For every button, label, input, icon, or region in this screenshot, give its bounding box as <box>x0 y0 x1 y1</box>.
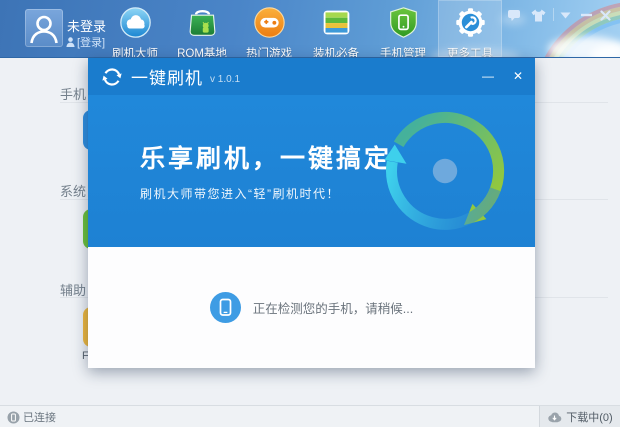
dialog-banner: 乐享刷机，一键搞定 刷机大师带您进入“轻”刷机时代！ <box>88 95 535 247</box>
gear-wrench-icon <box>454 6 487 39</box>
banner-headline: 乐享刷机，一键搞定 <box>140 139 392 175</box>
feedback-bubble-button[interactable] <box>507 7 521 23</box>
change-skin-button[interactable] <box>531 7 546 23</box>
dialog-title: 一键刷机 <box>131 64 203 89</box>
bottom-status-bar: 已连接 下载中(0) <box>0 405 620 427</box>
person-small-icon <box>66 37 75 47</box>
nav-item-flash-master[interactable]: 刷机大师 <box>103 0 167 57</box>
one-click-flash-dialog: 一键刷机 v 1.0.1 — ✕ 乐享刷机，一键搞定 刷机大师带您进入“轻”刷机… <box>88 58 535 368</box>
connection-status: 已连接 <box>7 406 56 427</box>
minimize-icon <box>581 13 592 17</box>
nav-label: 手机管理 <box>371 45 435 58</box>
detecting-status-text: 正在检测您的手机，请稍候... <box>253 298 413 317</box>
phone-connected-icon <box>7 411 20 424</box>
dialog-header: 一键刷机 v 1.0.1 — ✕ <box>88 58 535 95</box>
nav-label: 装机必备 <box>304 45 368 58</box>
gamepad-icon <box>253 6 286 39</box>
menu-chevron-button[interactable] <box>560 7 571 23</box>
chevron-down-icon <box>560 12 571 19</box>
dialog-minimize-button[interactable]: — <box>479 67 497 85</box>
dialog-status-area: 正在检测您的手机，请稍候... <box>88 247 535 368</box>
section-heading-phone: 手机 <box>60 84 86 103</box>
speech-bubble-icon <box>507 9 521 22</box>
top-navigation-bar: 未登录 [登录] 刷机大师 <box>0 0 620 58</box>
nav-label: 热门游戏 <box>237 45 301 58</box>
nav-label: ROM基地 <box>170 45 234 58</box>
minimize-window-button[interactable] <box>581 7 592 23</box>
login-link-label: [登录] <box>77 34 105 50</box>
close-icon <box>600 10 611 21</box>
shield-phone-icon <box>387 6 420 39</box>
nav-item-phone-manager[interactable]: 手机管理 <box>371 0 435 57</box>
rom-store-bag-icon <box>186 6 219 39</box>
dialog-close-button[interactable]: ✕ <box>509 67 527 85</box>
username-label: 未登录 <box>67 16 106 35</box>
rotating-arrows-graphic <box>381 107 509 235</box>
person-icon <box>25 9 63 47</box>
close-window-button[interactable] <box>600 7 611 23</box>
dialog-version: v 1.0.1 <box>210 74 240 85</box>
controls-divider <box>553 8 554 21</box>
nav-item-essential-apps[interactable]: 装机必备 <box>304 0 368 57</box>
download-manager-button[interactable]: 下载中(0) <box>539 406 620 427</box>
nav-item-rom-base[interactable]: ROM基地 <box>170 0 234 57</box>
apps-stripes-icon <box>320 6 353 39</box>
connection-status-label: 已连接 <box>23 409 56 425</box>
refresh-circle-icon <box>101 66 123 88</box>
nav-item-hot-games[interactable]: 热门游戏 <box>237 0 301 57</box>
nav-item-more-tools[interactable]: 更多工具 <box>438 0 502 57</box>
banner-subline: 刷机大师带您进入“轻”刷机时代！ <box>140 185 340 202</box>
cloud-download-icon <box>547 412 562 423</box>
shirt-skin-icon <box>531 9 546 22</box>
nav-label: 刷机大师 <box>103 45 167 58</box>
app-window: 未登录 [登录] 刷机大师 <box>0 0 620 427</box>
nav-label: 更多工具 <box>438 45 502 58</box>
download-count-label: 下载中(0) <box>566 409 612 425</box>
phone-detect-icon <box>210 292 241 323</box>
cloud-icon <box>119 6 152 39</box>
login-link[interactable]: [登录] <box>66 34 105 50</box>
user-avatar[interactable] <box>25 9 63 47</box>
section-heading-system: 系统 <box>60 181 86 200</box>
